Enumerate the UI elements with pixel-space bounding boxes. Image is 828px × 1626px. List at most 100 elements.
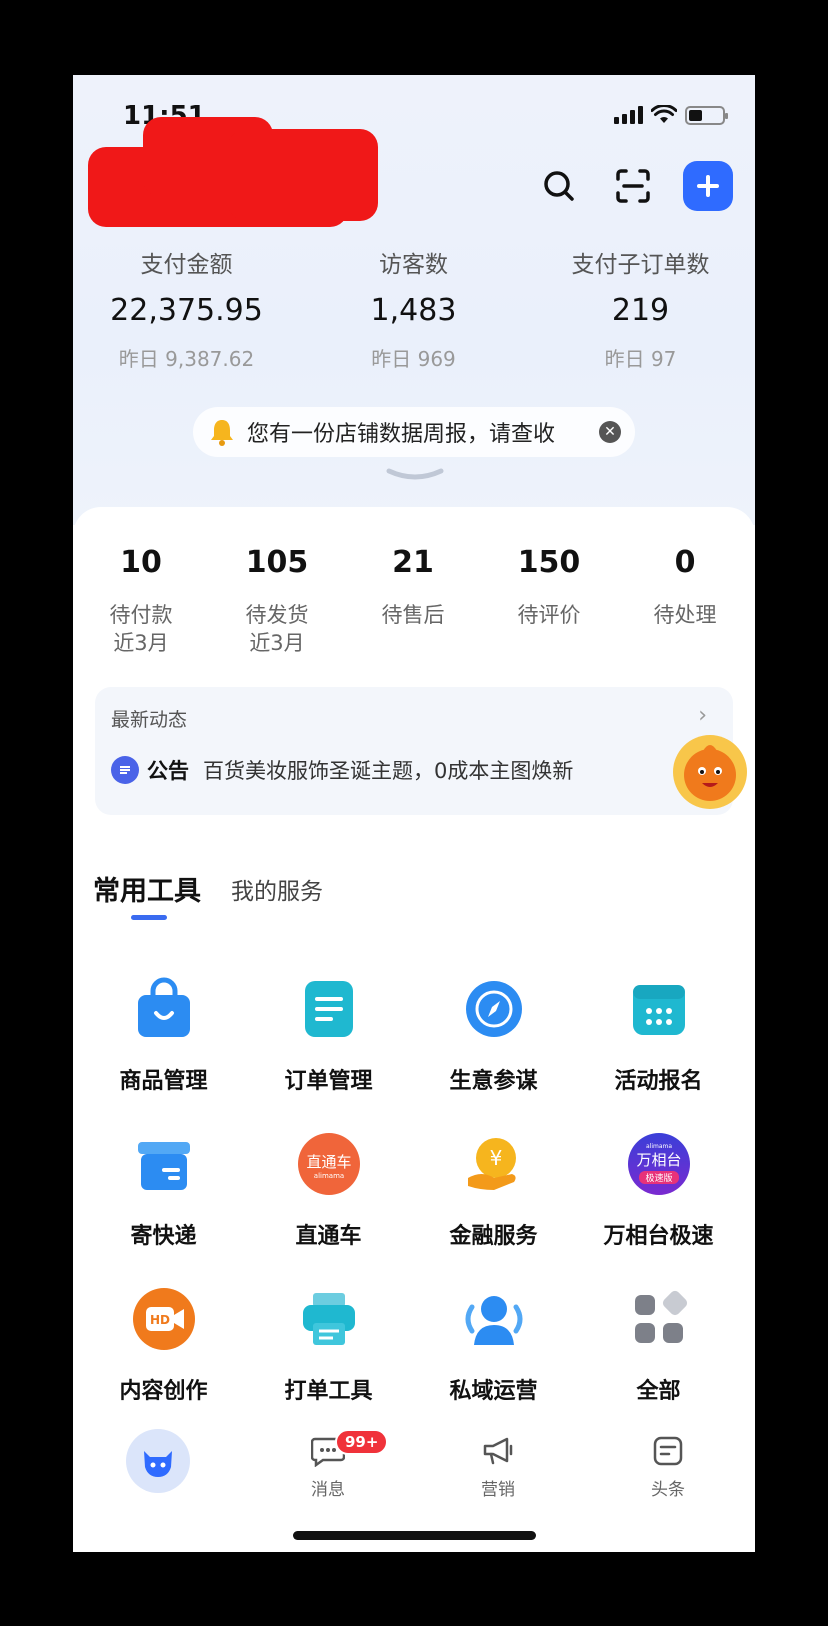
hd-video-icon: HD [132,1287,196,1351]
tool-name: 商品管理 [119,1069,208,1094]
mascot-assistant-icon[interactable] [673,735,747,809]
news-row: 公告 百货美妆服饰圣诞主题，0成本主图焕新 [111,755,573,785]
tool-name: 直通车 [295,1224,362,1249]
svg-text:万相台: 万相台 [636,1151,681,1169]
plus-icon [697,175,719,197]
order-label: 待处理 [653,603,717,627]
tab-label: 营销 [481,1480,515,1500]
redacted-shop-name [88,117,388,233]
svg-text:极速版: 极速版 [645,1172,672,1184]
tool-name: 生意参谋 [449,1069,538,1094]
tool-name: 金融服务 [449,1224,538,1249]
order-to-process[interactable]: 0 待处理 [617,545,753,657]
order-label: 待售后 [381,603,445,627]
order-count: 0 [674,545,696,580]
battery-icon [685,105,728,125]
close-notice-button[interactable]: ✕ [599,421,621,443]
tab-common-tools[interactable]: 常用工具 [93,869,201,920]
printer-icon [297,1287,361,1351]
search-icon [544,171,574,201]
notice-text: 您有一份店铺数据周报，请查收 [247,422,556,447]
ztc-logo-icon: 直通车 alimama [297,1132,361,1196]
tool-name: 订单管理 [284,1069,373,1094]
tool-name: 全部 [636,1379,681,1404]
all-apps-icon [627,1287,691,1351]
tool-print-orders[interactable]: 打单工具 [246,1287,411,1442]
tool-private-domain[interactable]: 私域运营 [411,1287,576,1442]
svg-text:直通车: 直通车 [306,1153,351,1171]
chevron-right-icon: › [698,703,707,728]
status-icons [614,105,728,125]
home-mascot-icon [126,1429,190,1493]
order-label: 待发货 近3月 [245,603,309,655]
calendar-icon [627,977,691,1041]
metric-label: 支付子订单数 [571,252,710,278]
home-indicator[interactable] [293,1531,536,1540]
metric-value: 219 [611,293,670,328]
tool-financial-services[interactable]: ¥ 金融服务 [411,1132,576,1287]
order-status-row: 10 待付款 近3月 105 待发货 近3月 21 待售后 150 待评价 0 待处… [73,545,755,657]
phone-screen: 11:51 支付金额 22,375.95 昨日 9,387.62 访客数 1,4… [73,75,755,1552]
svg-text:HD: HD [149,1313,169,1327]
tool-wanxiangtai[interactable]: alimama 万相台 极速版 万相台极速 [576,1132,741,1287]
chevron-down-icon[interactable] [386,467,444,483]
bell-icon [211,420,233,446]
tool-content-creation[interactable]: HD 内容创作 [81,1287,246,1442]
scan-button[interactable] [609,162,657,210]
order-label: 待评价 [517,603,581,627]
order-pending-review[interactable]: 150 待评价 [481,545,617,657]
tool-product-management[interactable]: 商品管理 [81,977,246,1132]
metric-label: 访客数 [379,252,448,278]
order-count: 105 [245,545,309,580]
order-after-sales[interactable]: 21 待售后 [345,545,481,657]
metric-value: 22,375.95 [110,293,263,328]
news-tag: 公告 [147,759,189,783]
tab-marketing[interactable]: 营销 [413,1429,583,1505]
unread-badge: 99+ [335,1429,389,1455]
metric-visitors[interactable]: 访客数 1,483 昨日 969 [300,245,527,372]
order-count: 10 [120,545,162,580]
tab-home[interactable] [73,1429,243,1505]
content-sheet: 10 待付款 近3月 105 待发货 近3月 21 待售后 150 待评价 0 待处… [73,507,755,1552]
tool-ztc[interactable]: 直通车 alimama 直通车 [246,1132,411,1287]
metric-label: 支付金额 [140,252,233,278]
svg-text:¥: ¥ [489,1146,502,1170]
tool-all[interactable]: 全部 [576,1287,741,1442]
tool-name: 活动报名 [614,1069,703,1094]
wifi-icon [651,105,677,123]
tool-send-express[interactable]: 寄快递 [81,1132,246,1287]
tab-headlines[interactable]: 头条 [583,1429,753,1505]
latest-news-card[interactable]: 最新动态 › 公告 百货美妆服饰圣诞主题，0成本主图焕新 [95,687,733,815]
package-box-icon [132,1132,196,1196]
people-icon [462,1287,526,1351]
metric-yesterday: 昨日 97 [604,347,677,371]
weekly-report-notice[interactable]: 您有一份店铺数据周报，请查收 ✕ [193,407,635,457]
add-button[interactable] [683,161,733,211]
search-button[interactable] [535,162,583,210]
document-icon [297,977,361,1041]
metric-paid-suborders[interactable]: 支付子订单数 219 昨日 97 [527,245,754,372]
hero-area: 11:51 支付金额 22,375.95 昨日 9,387.62 访客数 1,4… [73,75,755,525]
compass-icon [462,977,526,1041]
news-title: 最新动态 [111,709,188,731]
finance-coin-icon: ¥ [462,1132,526,1196]
metric-yesterday: 昨日 9,387.62 [118,347,255,371]
bottom-tab-bar: 99+ 消息 营销 头条 [73,1429,755,1505]
tool-business-advisor[interactable]: 生意参谋 [411,977,576,1132]
metrics-row: 支付金额 22,375.95 昨日 9,387.62 访客数 1,483 昨日 … [73,245,755,372]
signal-icon [614,106,643,124]
order-pending-shipment[interactable]: 105 待发货 近3月 [209,545,345,657]
tool-order-management[interactable]: 订单管理 [246,977,411,1132]
order-pending-payment[interactable]: 10 待付款 近3月 [73,545,209,657]
tab-label: 消息 [311,1480,345,1500]
scan-icon [616,169,650,203]
metric-payment-amount[interactable]: 支付金额 22,375.95 昨日 9,387.62 [73,245,300,372]
tab-my-services[interactable]: 我的服务 [231,872,323,908]
tab-messages[interactable]: 99+ 消息 [243,1429,413,1505]
announcement-icon [111,756,139,784]
tool-name: 打单工具 [284,1379,373,1404]
tool-event-signup[interactable]: 活动报名 [576,977,741,1132]
wxt-logo-icon: alimama 万相台 极速版 [627,1132,691,1196]
tool-name: 万相台极速 [603,1224,714,1249]
headline-icon [653,1436,683,1466]
